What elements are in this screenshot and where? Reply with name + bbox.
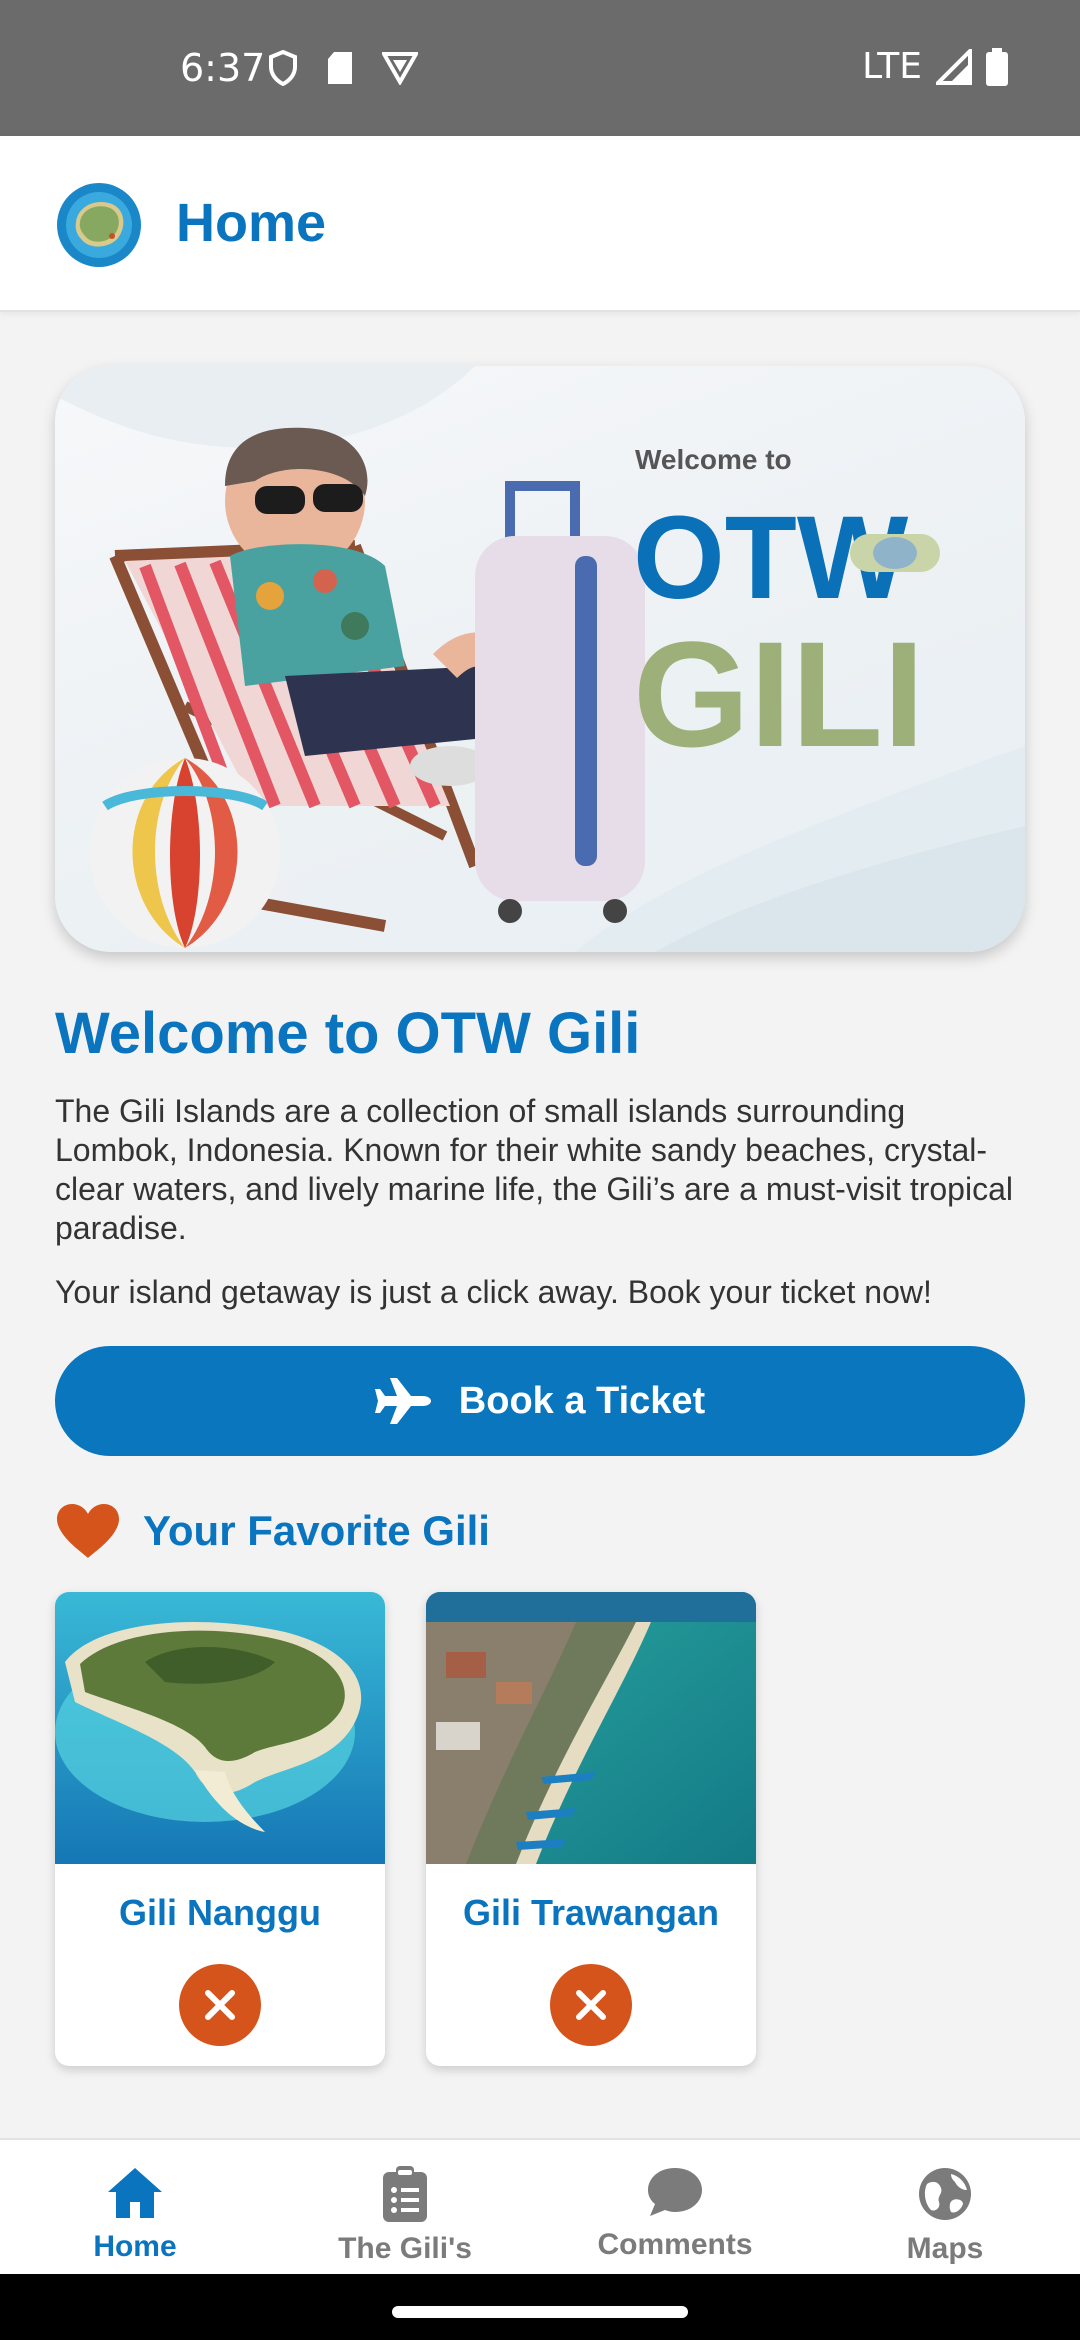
remove-favorite-button[interactable] <box>179 1964 261 2046</box>
airplane-icon <box>374 1378 431 1424</box>
home-icon <box>108 2168 162 2218</box>
network-type: LTE <box>862 46 922 87</box>
vpn-shield-icon <box>382 52 418 85</box>
welcome-heading: Welcome to OTW Gili <box>55 1001 641 1066</box>
page-title: Home <box>176 193 327 253</box>
sd-card-icon <box>328 52 352 84</box>
status-right: LTE <box>862 46 1008 87</box>
favorite-card-gili-trawangan[interactable]: Gili Trawangan <box>426 1592 756 2066</box>
gesture-handle[interactable] <box>392 2306 688 2318</box>
hero-banner: Welcome to OTW GILI <box>55 366 1025 952</box>
clipboard-list-icon <box>383 2166 427 2222</box>
nav-item-the-gilis[interactable]: The Gili's <box>270 2140 540 2274</box>
shield-icon <box>269 50 297 86</box>
beach-ball-graphic <box>90 758 280 948</box>
nav-label: Maps <box>906 2232 984 2265</box>
nav-item-comments[interactable]: Comments <box>540 2140 810 2274</box>
status-notification-icons <box>268 50 418 86</box>
status-bar: 6:37 LTE <box>0 0 1080 136</box>
suitcase-graphic <box>475 481 645 923</box>
hero-welcome-text: Welcome to <box>635 444 792 475</box>
favorite-name: Gili Nanggu <box>119 1892 321 1933</box>
app-logo-icon <box>57 183 141 267</box>
battery-icon <box>986 47 1008 86</box>
nav-item-maps[interactable]: Maps <box>810 2140 1080 2274</box>
intro-paragraph: The Gili Islands are a collection of sma… <box>55 1093 1013 1246</box>
remove-favorite-button[interactable] <box>550 1964 632 2046</box>
book-ticket-label: Book a Ticket <box>458 1379 706 1422</box>
favorites-title: Your Favorite Gili <box>143 1507 490 1554</box>
favorites-header: Your Favorite Gili <box>55 1502 490 1560</box>
chat-bubble-icon <box>648 2168 702 2216</box>
app-bar: Home <box>0 136 1080 312</box>
nav-label: The Gili's <box>338 2232 472 2265</box>
nav-label: Comments <box>597 2228 753 2261</box>
signal-icon <box>936 48 972 85</box>
favorite-card-gili-nanggu[interactable]: Gili Nanggu <box>55 1592 385 2066</box>
heart-icon <box>57 1504 119 1558</box>
cta-paragraph: Your island getaway is just a click away… <box>55 1274 932 1310</box>
nav-label: Home <box>93 2230 177 2263</box>
globe-icon <box>919 2168 971 2220</box>
close-icon <box>205 1990 235 2020</box>
book-ticket-button[interactable]: Book a Ticket <box>55 1346 1025 1456</box>
status-time: 6:37 <box>180 46 266 90</box>
gili-nanggu-photo <box>55 1592 385 1864</box>
nav-item-home[interactable]: Home <box>0 2140 270 2274</box>
favorite-name: Gili Trawangan <box>462 1892 720 1933</box>
close-icon <box>576 1990 606 2020</box>
bottom-navigation: Home The Gili's Comments Maps <box>0 2138 1080 2274</box>
hero-brand-gili: GILI <box>633 610 925 778</box>
hero-illustration: Welcome to OTW GILI <box>55 366 1025 952</box>
gili-trawangan-photo <box>426 1592 756 1864</box>
